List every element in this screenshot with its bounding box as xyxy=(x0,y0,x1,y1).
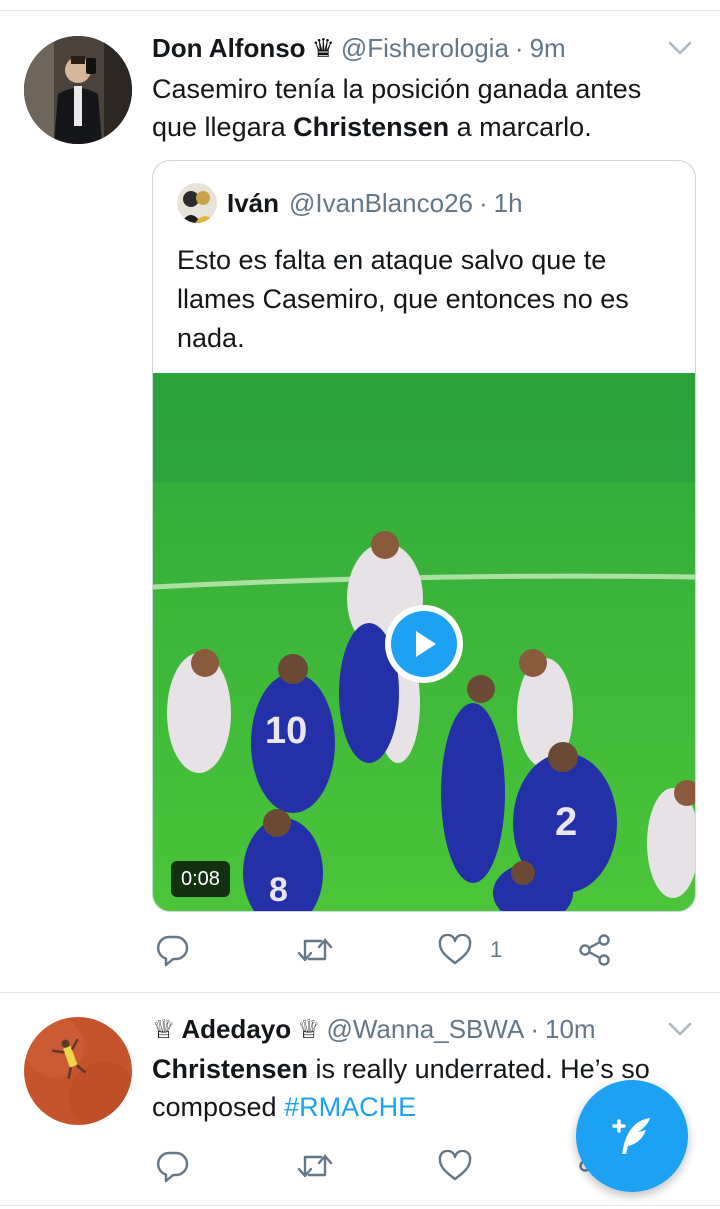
share-button[interactable] xyxy=(578,930,612,970)
username-handle[interactable]: @Wanna_SBWA xyxy=(326,1014,524,1045)
heart-icon xyxy=(438,1150,472,1181)
separator-dot: · xyxy=(514,32,524,63)
avatar-photo xyxy=(24,36,132,144)
jersey-number: 10 xyxy=(265,710,307,752)
retweet-button[interactable] xyxy=(297,1146,341,1186)
avatar[interactable] xyxy=(24,1017,132,1125)
quoted-avatar-photo xyxy=(177,183,217,223)
avatar-photo xyxy=(24,1017,132,1125)
video-player[interactable]: 10 8 2 0:08 xyxy=(153,373,695,911)
chevron-down-icon[interactable] xyxy=(666,1015,694,1043)
reply-button[interactable] xyxy=(156,930,198,970)
video-duration-badge: 0:08 xyxy=(171,861,230,897)
reply-icon xyxy=(157,935,189,967)
tweet-text-bold: Christensen xyxy=(152,1054,309,1084)
avatar[interactable] xyxy=(24,36,132,144)
quoted-avatar xyxy=(177,183,217,223)
quoted-tweet-text: Esto es falta en ataque salvo que te lla… xyxy=(177,245,629,353)
retweet-icon xyxy=(297,938,333,962)
retweet-icon xyxy=(297,1154,333,1178)
crown-icon: ♕ xyxy=(152,1013,176,1044)
hashtag-link[interactable]: #RMACHE xyxy=(284,1092,416,1122)
jersey-number: 8 xyxy=(269,871,288,909)
timestamp: 9m xyxy=(529,32,566,63)
separator-dot: · xyxy=(530,1013,539,1044)
retweet-button[interactable] xyxy=(297,930,341,970)
share-icon xyxy=(579,934,610,966)
compose-tweet-icon xyxy=(612,1118,650,1154)
display-name[interactable]: Don Alfonso xyxy=(152,33,306,64)
tweet-text-part: a marcarlo. xyxy=(449,112,592,142)
quoted-timestamp: 1h xyxy=(493,187,523,218)
crown-icon: ♛ xyxy=(311,32,335,63)
like-button[interactable]: 1 xyxy=(438,930,502,970)
bottom-divider xyxy=(0,1205,720,1206)
like-button[interactable] xyxy=(438,1146,490,1186)
quoted-username-handle[interactable]: @IvanBlanco26 xyxy=(289,188,473,219)
display-name[interactable]: Adedayo xyxy=(181,1014,291,1045)
compose-tweet-button[interactable] xyxy=(576,1080,688,1192)
jersey-number: 2 xyxy=(555,800,577,844)
reply-icon xyxy=(157,1151,189,1183)
tweet-header: Don Alfonso ♛ @Fisherologia · 9m xyxy=(152,28,566,68)
play-icon xyxy=(391,611,457,677)
quoted-tweet[interactable]: Iván @IvanBlanco26 · 1h Esto es falta en… xyxy=(152,160,696,912)
tweet-text: Casemiro tenía la posición ganada antes … xyxy=(152,70,692,146)
separator-dot: · xyxy=(479,187,488,218)
tweet-actions xyxy=(152,1146,622,1186)
crown-icon: ♕ xyxy=(297,1013,321,1044)
tweet-header: ♕ Adedayo ♕ @Wanna_SBWA · 10m xyxy=(152,1009,596,1049)
heart-icon xyxy=(438,934,472,965)
like-count: 1 xyxy=(490,937,503,962)
quoted-tweet-header: Iván @IvanBlanco26 · 1h xyxy=(177,183,523,223)
quoted-display-name[interactable]: Iván xyxy=(227,188,279,219)
chevron-down-icon[interactable] xyxy=(666,34,694,62)
tweet-don-alfonso[interactable]: Don Alfonso ♛ @Fisherologia · 9m Casemir… xyxy=(0,0,720,992)
reply-button[interactable] xyxy=(156,1146,198,1186)
username-handle[interactable]: @Fisherologia xyxy=(341,33,509,64)
timestamp: 10m xyxy=(544,1013,596,1044)
tweet-actions: 1 xyxy=(152,930,622,970)
tweet-text-bold: Christensen xyxy=(293,112,450,142)
play-button[interactable] xyxy=(385,605,463,683)
